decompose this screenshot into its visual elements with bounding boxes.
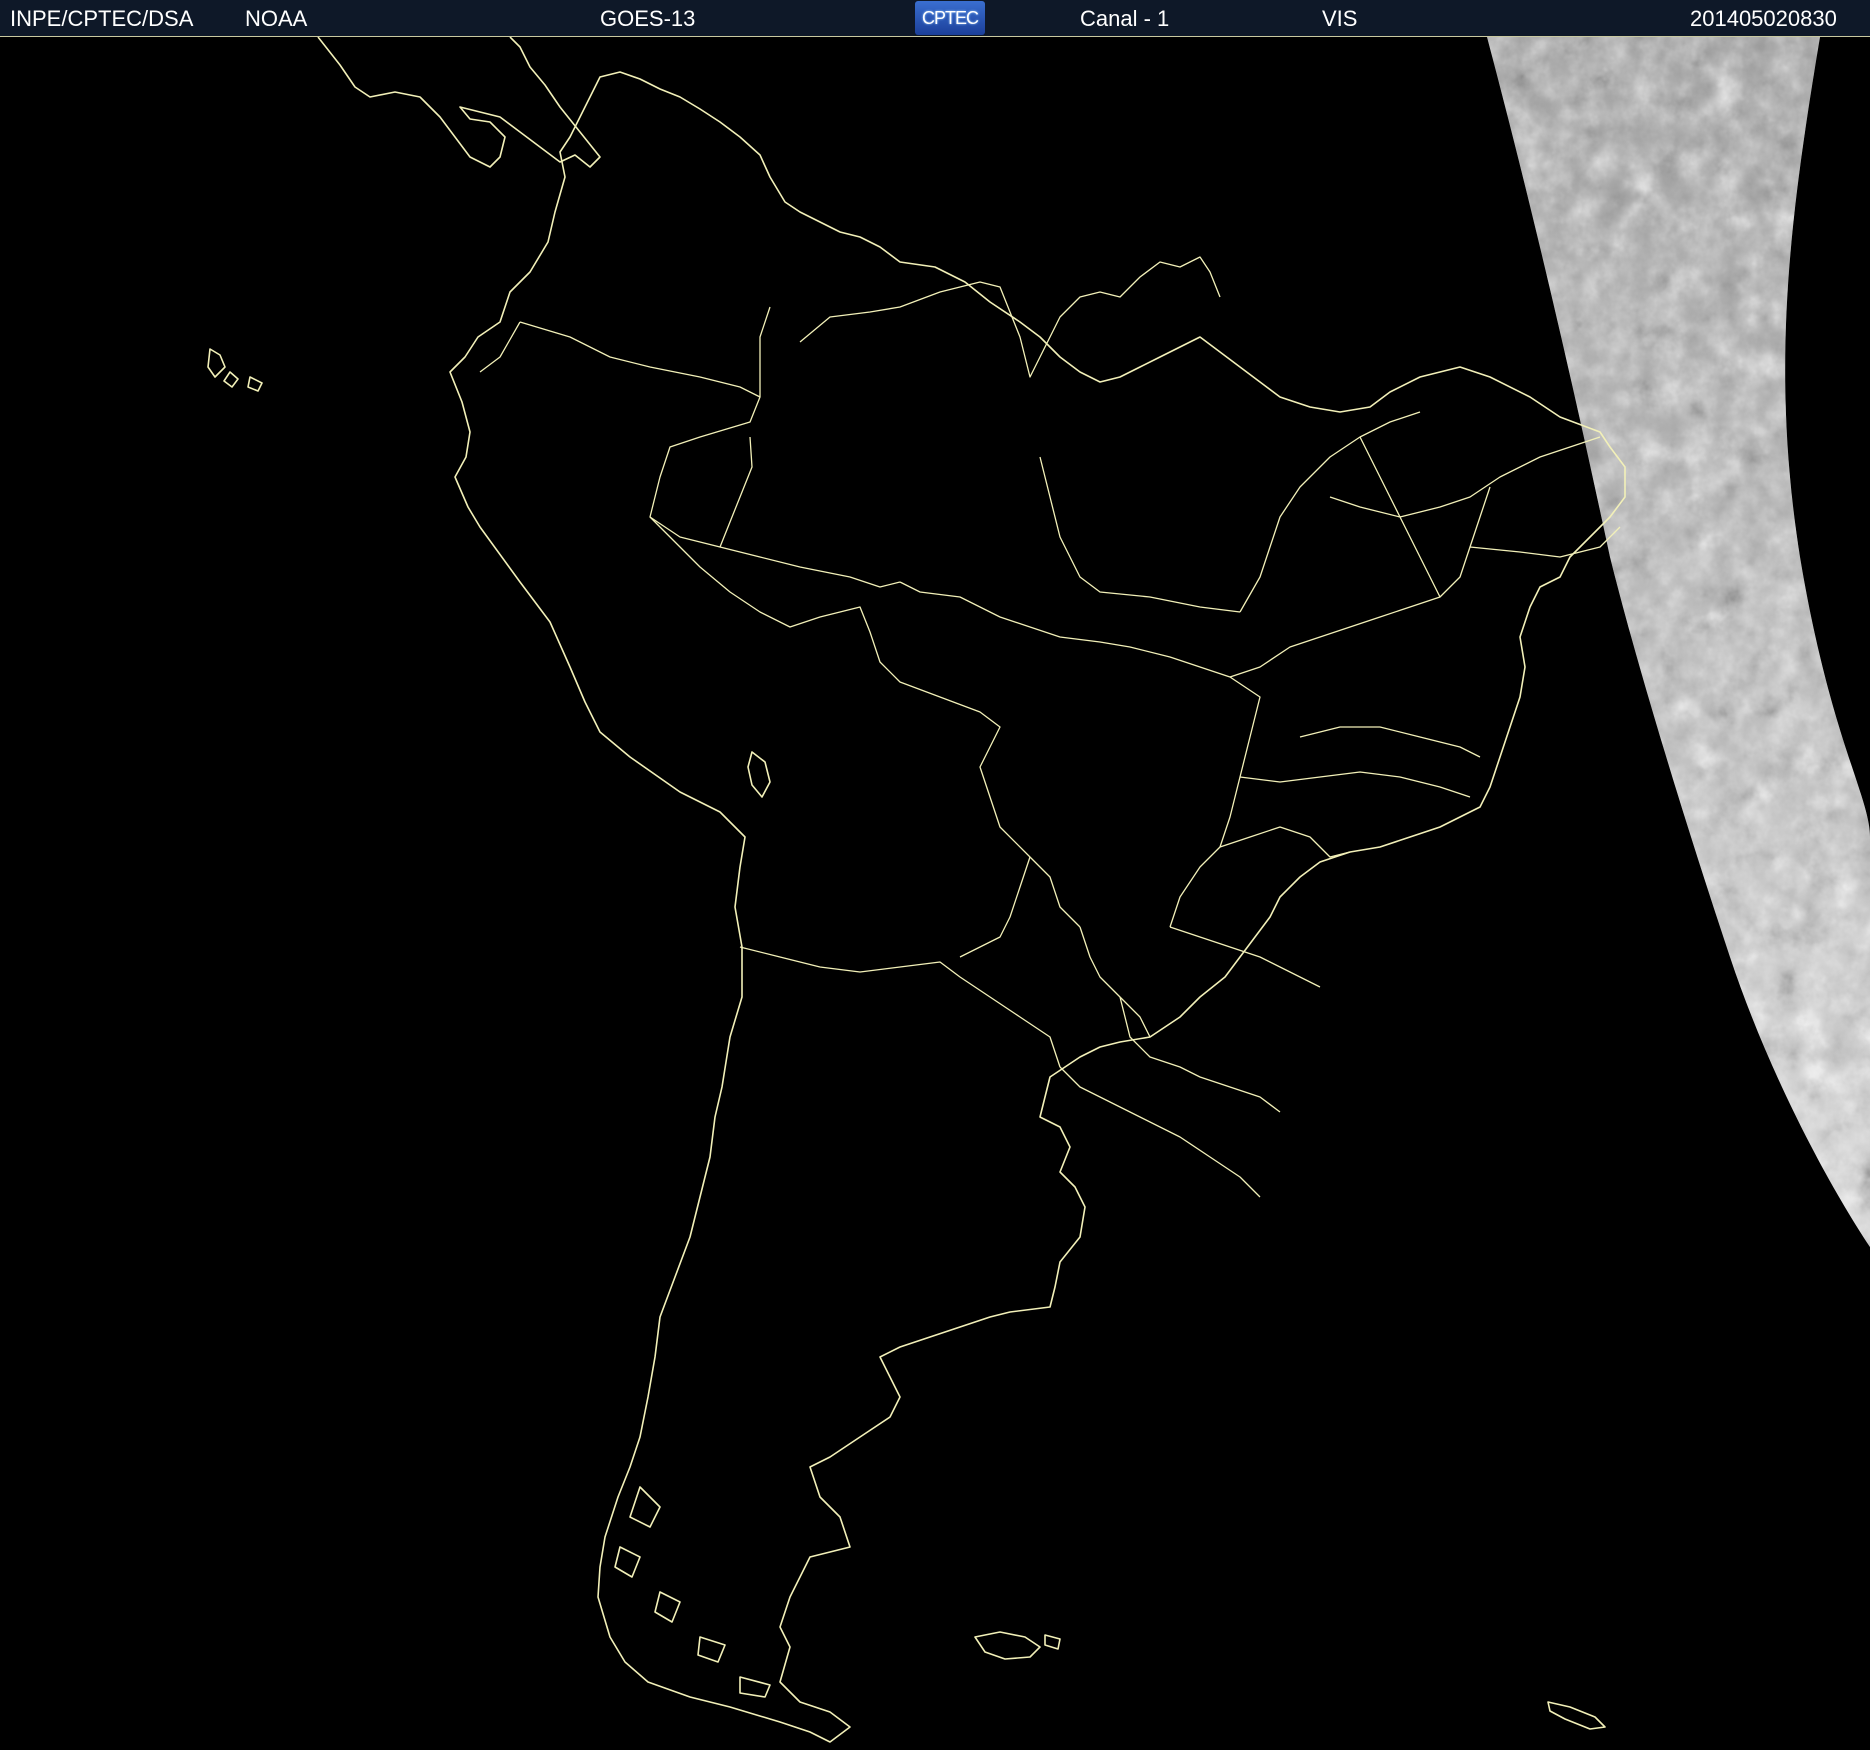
- south-georgia-island: [1547, 1701, 1606, 1730]
- borders-north: [479, 256, 1221, 588]
- channel-label: Canal - 1: [1080, 6, 1170, 31]
- lake-titicaca: [747, 751, 771, 798]
- map-canvas: [207, 37, 1870, 1743]
- satellite-map: [0, 36, 1870, 1750]
- timestamp-label: 201405020830: [1690, 6, 1837, 31]
- south-america-coastline: [449, 71, 1626, 1743]
- satellite-image-viewer: INPE/CPTEC/DSA NOAA GOES-13 CPTEC Canal …: [0, 0, 1870, 1750]
- galapagos-islands: [207, 348, 263, 392]
- image-header-bar: INPE/CPTEC/DSA NOAA GOES-13 CPTEC Canal …: [0, 0, 1870, 36]
- borders-center: [649, 411, 1421, 928]
- satellite-label: GOES-13: [600, 6, 696, 31]
- cloud-texture: [1487, 37, 1870, 1247]
- falkland-islands: [974, 1631, 1061, 1660]
- tierra-del-fuego-fragments: [614, 1486, 771, 1698]
- central-america-coastline: [317, 37, 601, 168]
- borders-brazil-states: [1229, 436, 1621, 798]
- agency-label: NOAA: [245, 6, 308, 31]
- cptec-logo: CPTEC: [915, 1, 985, 35]
- band-label: VIS: [1322, 6, 1358, 31]
- institution-label: INPE/CPTEC/DSA: [10, 6, 194, 31]
- borders-south: [739, 826, 1351, 1198]
